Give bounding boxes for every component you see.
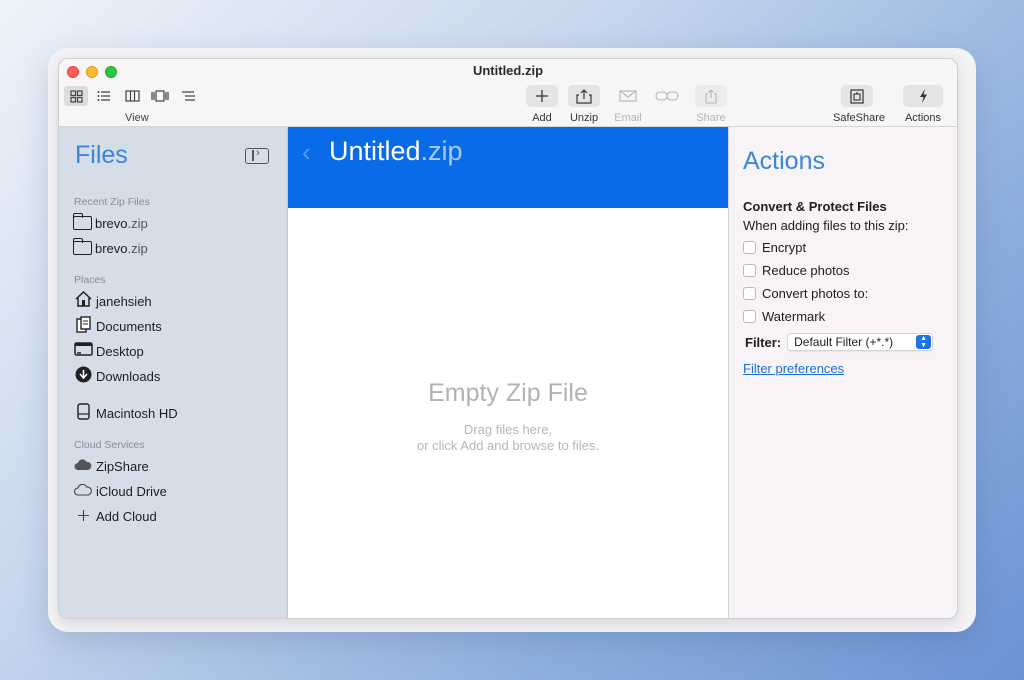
filter-preferences-link[interactable]: Filter preferences xyxy=(743,361,844,376)
checkbox-box[interactable] xyxy=(743,264,756,277)
back-chevron-icon[interactable]: ‹ xyxy=(302,137,311,168)
checkbox-box[interactable] xyxy=(743,287,756,300)
desktop-icon xyxy=(73,342,93,360)
checkbox-box[interactable] xyxy=(743,310,756,323)
sidebar-item-add-cloud[interactable]: Add Cloud xyxy=(73,506,157,526)
actions-button[interactable]: Actions xyxy=(899,85,947,124)
reduce-photos-checkbox[interactable]: Reduce photos xyxy=(743,263,849,278)
actions-title: Actions xyxy=(743,147,825,175)
unzip-icon xyxy=(568,85,600,107)
column-view-icon[interactable] xyxy=(120,86,144,106)
lightning-icon xyxy=(903,85,943,107)
actions-panel: Actions Convert & Protect Files When add… xyxy=(728,127,957,618)
app-window: Untitled.zip View Add Unzip Email Share … xyxy=(58,58,958,619)
toggle-sidebar-icon[interactable]: › xyxy=(245,147,269,164)
filter-select[interactable]: Default Filter (+*.*) ▲ ▼ xyxy=(787,333,934,351)
list-view-icon[interactable] xyxy=(92,86,116,106)
sidebar-item-home[interactable]: janehsieh xyxy=(73,290,152,311)
sidebar-item-downloads[interactable]: Downloads xyxy=(73,366,160,386)
convert-protect-subheading: When adding files to this zip: xyxy=(743,218,909,233)
view-switcher xyxy=(64,86,200,106)
zip-contents-pane[interactable]: ‹ Untitled.zip Empty Zip File Drag files… xyxy=(288,127,728,618)
sidebar-item-icloud-drive[interactable]: iCloud Drive xyxy=(73,481,167,501)
watermark-checkbox[interactable]: Watermark xyxy=(743,309,825,324)
unzip-button[interactable]: Unzip xyxy=(565,85,603,124)
gallery-view-icon[interactable] xyxy=(148,86,172,106)
sidebar: Files › Recent Zip Files brevo .zip brevo… xyxy=(59,127,288,618)
empty-zip-hint: Drag files here, or click Add and browse… xyxy=(416,422,600,453)
email-button[interactable]: Email xyxy=(609,85,647,124)
cloud-filled-icon xyxy=(73,458,93,475)
filter-row: Filter: Default Filter (+*.*) ▲ ▼ xyxy=(745,333,934,351)
documents-icon xyxy=(73,315,93,337)
home-icon xyxy=(73,290,93,311)
grid-view-icon[interactable] xyxy=(64,86,88,106)
link-icon xyxy=(651,85,683,107)
sidebar-item-documents[interactable]: Documents xyxy=(73,315,162,337)
filter-label: Filter: xyxy=(745,334,782,350)
encrypt-checkbox[interactable]: Encrypt xyxy=(743,240,806,255)
sidebar-item-zipshare[interactable]: ZipShare xyxy=(73,456,149,476)
places-label: Places xyxy=(74,274,106,286)
sidebar-item-macintosh-hd[interactable]: Macintosh HD xyxy=(73,402,178,424)
window-title: Untitled.zip xyxy=(472,63,544,78)
empty-zip-title: Empty Zip File xyxy=(428,379,588,407)
folder-icon xyxy=(72,238,92,255)
folder-icon xyxy=(72,213,92,230)
sidebar-title: Files xyxy=(75,141,128,169)
updown-chevron-icon: ▲ ▼ xyxy=(916,335,932,349)
share-icon xyxy=(695,85,727,107)
sidebar-item-desktop[interactable]: Desktop xyxy=(73,341,144,361)
sidebar-item-recent-zip[interactable]: brevo .zip xyxy=(72,238,148,258)
zip-header-banner: ‹ Untitled.zip xyxy=(288,127,728,208)
add-button[interactable]: Add xyxy=(523,85,561,124)
plus-icon xyxy=(73,508,93,525)
downloads-icon xyxy=(73,366,93,387)
hard-drive-icon xyxy=(73,402,93,424)
view-label: View xyxy=(125,112,149,124)
cloud-services-label: Cloud Services xyxy=(74,439,145,451)
safeshare-button[interactable]: SafeShare xyxy=(833,85,885,124)
share-button[interactable]: Share xyxy=(692,85,730,124)
convert-photos-checkbox[interactable]: Convert photos to: xyxy=(743,286,868,301)
outline-view-icon[interactable] xyxy=(176,86,200,106)
toolbar: Untitled.zip View Add Unzip Email Share … xyxy=(59,59,957,127)
convert-protect-heading: Convert & Protect Files xyxy=(743,199,887,214)
sidebar-item-recent-zip[interactable]: brevo .zip xyxy=(72,213,148,233)
safeshare-icon xyxy=(841,85,873,107)
zip-file-name: Untitled.zip xyxy=(329,136,463,166)
link-button[interactable] xyxy=(648,85,686,107)
plus-icon xyxy=(526,85,558,107)
envelope-icon xyxy=(612,85,644,107)
checkbox-box[interactable] xyxy=(743,241,756,254)
recent-zip-files-label: Recent Zip Files xyxy=(74,196,150,208)
cloud-outline-icon xyxy=(73,483,93,500)
